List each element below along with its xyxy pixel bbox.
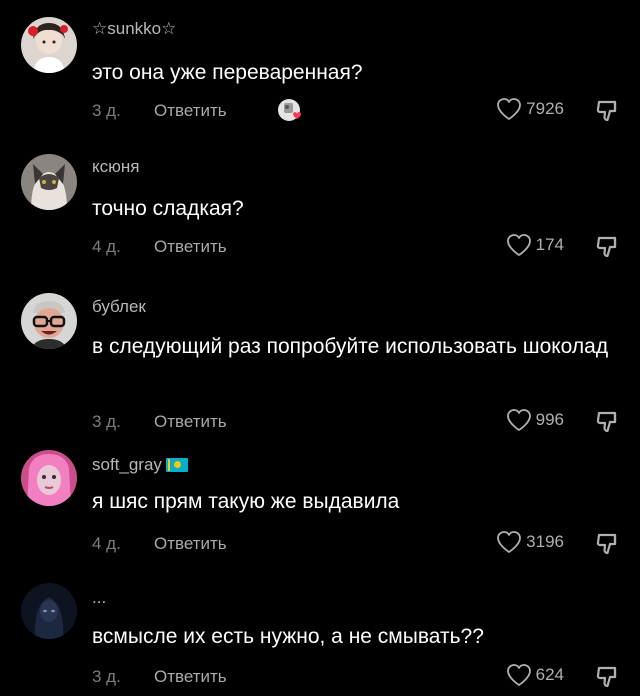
reply-button[interactable]: Ответить <box>154 237 227 257</box>
avatar[interactable] <box>21 154 77 210</box>
comment-meta: 4 д. Ответить 174 <box>92 233 622 261</box>
dislike-button[interactable] <box>594 408 622 436</box>
username[interactable]: ☆sunkko☆ <box>92 19 176 39</box>
comment-meta: 3 д. Ответить 7926 <box>92 97 622 125</box>
like-button[interactable]: 3196 <box>496 530 564 554</box>
comment-item: soft_gray я шяс прям такую же выдавила 4… <box>0 440 640 575</box>
like-button[interactable]: 7926 <box>496 97 564 121</box>
like-count: 996 <box>535 410 564 429</box>
comment-date: 3 д. <box>92 667 121 686</box>
dislike-button[interactable] <box>594 97 622 125</box>
reply-button[interactable]: Ответить <box>154 412 227 432</box>
dislike-button[interactable] <box>594 233 622 261</box>
heart-outline-icon <box>497 531 522 553</box>
reply-button[interactable]: Ответить <box>154 667 227 687</box>
reply-button[interactable]: Ответить <box>154 534 227 554</box>
kazakhstan-flag-icon <box>165 458 188 472</box>
like-button[interactable]: 174 <box>506 233 564 257</box>
comment-meta: 3 д. Ответить 624 <box>92 663 622 691</box>
comment-item: ... всмысле их есть нужно, а не смывать?… <box>0 575 640 696</box>
like-count: 624 <box>535 665 564 684</box>
comment-item: ксюня точно сладкая? 4 д. Ответить 174 <box>0 140 640 270</box>
comment-meta: 4 д. Ответить 3196 <box>92 530 622 558</box>
heart-outline-icon <box>506 409 531 431</box>
username[interactable]: soft_gray <box>92 455 188 475</box>
username[interactable]: бублек <box>92 297 146 317</box>
thumbs-down-icon <box>596 100 617 122</box>
thumbs-down-icon <box>596 666 617 688</box>
heart-sticker-icon[interactable] <box>277 97 305 125</box>
username[interactable]: ксюня <box>92 157 139 177</box>
avatar[interactable] <box>21 583 77 639</box>
thumbs-down-icon <box>596 236 617 258</box>
comment-date: 3 д. <box>92 412 121 431</box>
comment-text: это она уже переваренная? <box>92 61 363 84</box>
comment-date: 3 д. <box>92 101 121 120</box>
like-count: 3196 <box>526 532 564 551</box>
thumbs-down-icon <box>596 533 617 555</box>
comment-text: всмысле их есть нужно, а не смывать?? <box>92 625 484 648</box>
comment-date: 4 д. <box>92 237 121 256</box>
comment-text: в следующий раз попробуйте использовать … <box>92 335 609 358</box>
comment-item: ☆sunkko☆ это она уже переваренная? 3 д. … <box>0 0 640 140</box>
heart-outline-icon <box>497 98 522 120</box>
reply-button[interactable]: Ответить <box>154 101 227 121</box>
dislike-button[interactable] <box>594 663 622 691</box>
avatar[interactable] <box>21 17 77 73</box>
avatar[interactable] <box>21 293 77 349</box>
like-button[interactable]: 996 <box>506 408 564 432</box>
avatar[interactable] <box>21 450 77 506</box>
username[interactable]: ... <box>92 588 106 608</box>
comment-text: я шяс прям такую же выдавила <box>92 490 400 513</box>
thumbs-down-icon <box>596 411 617 433</box>
like-count: 174 <box>535 235 564 254</box>
heart-outline-icon <box>506 664 531 686</box>
comment-text: точно сладкая? <box>92 197 244 220</box>
comment-item: бублек в следующий раз попробуйте исполь… <box>0 280 640 440</box>
like-button[interactable]: 624 <box>506 663 564 687</box>
comment-date: 4 д. <box>92 534 121 553</box>
heart-outline-icon <box>506 234 531 256</box>
like-count: 7926 <box>526 99 564 118</box>
dislike-button[interactable] <box>594 530 622 558</box>
comment-meta: 3 д. Ответить 996 <box>92 408 622 436</box>
